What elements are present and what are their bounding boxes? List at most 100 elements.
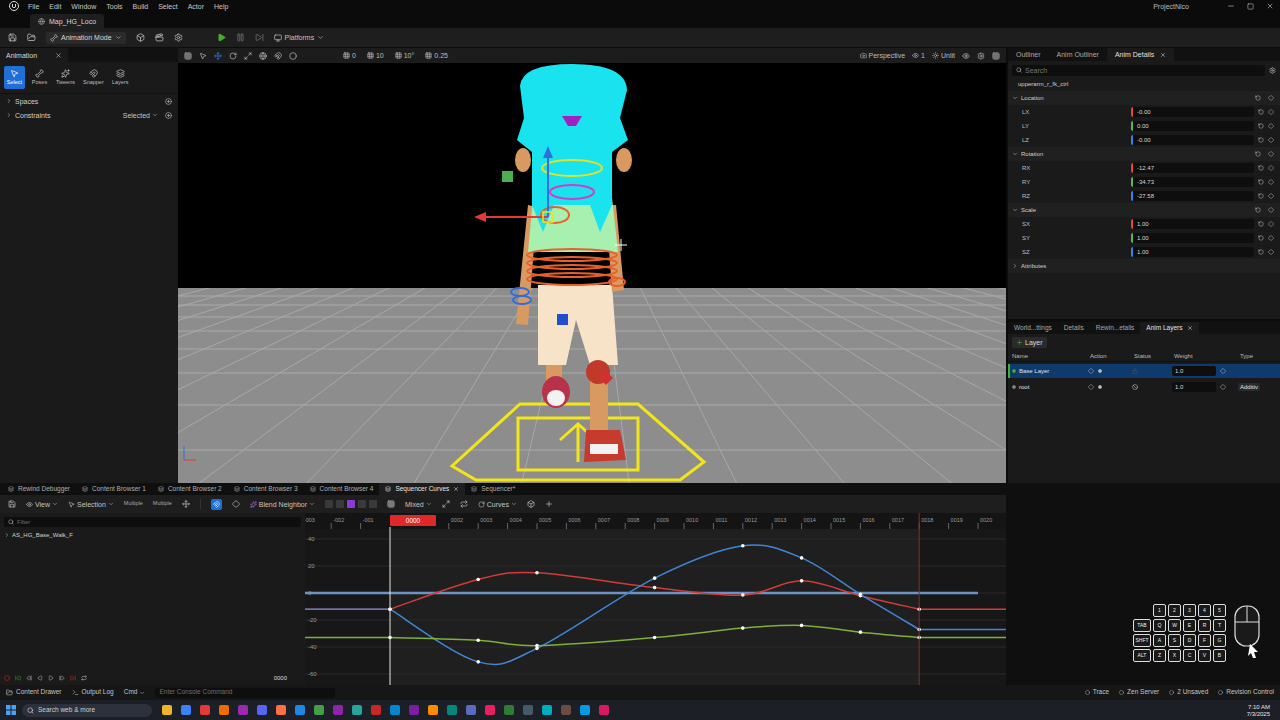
tool-button[interactable]: Tweens <box>54 66 77 89</box>
menu-icon[interactable] <box>184 52 192 60</box>
playhead-line[interactable] <box>390 527 391 685</box>
status-item[interactable]: Revision Control <box>1218 689 1274 696</box>
status-item[interactable]: 2 Unsaved <box>1169 689 1208 696</box>
tangent-button[interactable] <box>336 500 344 508</box>
tool-button[interactable]: Layers <box>110 66 131 89</box>
select-dot-icon[interactable] <box>1098 385 1102 389</box>
curve-key[interactable] <box>800 579 804 583</box>
snap-value[interactable]: 10 <box>365 52 386 59</box>
loop-icon[interactable] <box>81 675 87 681</box>
content-drawer-button[interactable]: Content Drawer <box>6 689 62 696</box>
play-icon[interactable] <box>48 675 54 681</box>
tool-button[interactable]: Select <box>4 66 25 89</box>
blueprint-icon[interactable] <box>174 33 183 42</box>
show-icon[interactable] <box>962 52 970 60</box>
taskbar-app-icon[interactable] <box>428 705 438 715</box>
step-forward-icon[interactable] <box>59 675 65 681</box>
settings-icon[interactable] <box>977 52 985 60</box>
taskbar-app-icon[interactable] <box>504 705 514 715</box>
taskbar-app-icon[interactable] <box>485 705 495 715</box>
taskbar-app-icon[interactable] <box>238 705 248 715</box>
add-icon[interactable] <box>545 500 553 508</box>
panel-section[interactable]: ConstraintsSelected <box>0 108 178 122</box>
key-icon[interactable] <box>1268 221 1274 227</box>
bottom-tab[interactable]: Content Browser 2 <box>152 483 228 495</box>
value-field[interactable]: 1.00 <box>1131 247 1254 257</box>
layer-row[interactable]: Base Layer1.0 <box>1008 364 1280 378</box>
save-icon[interactable] <box>8 33 17 42</box>
group-header[interactable]: Location <box>1008 91 1280 105</box>
bottom-tab[interactable]: Content Browser 1 <box>76 483 152 495</box>
taskbar-app-icon[interactable] <box>257 705 267 715</box>
menu-item[interactable]: Actor <box>188 3 204 10</box>
key-icon[interactable] <box>1268 179 1274 185</box>
curve-key[interactable] <box>476 660 480 664</box>
section-dropdown[interactable]: Selected <box>123 112 158 119</box>
value-field[interactable]: 1.00 <box>1131 233 1254 243</box>
curve-key[interactable] <box>653 586 657 590</box>
taskbar-app-icon[interactable] <box>542 705 552 715</box>
transform-gizmo[interactable] <box>474 146 553 222</box>
windows-start-icon[interactable] <box>6 705 16 715</box>
reset-icon[interactable] <box>1255 207 1261 213</box>
key-icon[interactable] <box>1088 384 1094 390</box>
panel-tab[interactable]: Anim Details <box>1107 48 1174 61</box>
rotate-icon[interactable] <box>229 52 237 60</box>
reset-icon[interactable] <box>1255 151 1261 157</box>
playhead[interactable] <box>390 515 436 526</box>
panel-tab[interactable]: Details <box>1058 322 1090 334</box>
scale-icon[interactable] <box>244 52 252 60</box>
value-field[interactable]: 0.00 <box>1131 121 1254 131</box>
value-field[interactable]: 1.00 <box>1131 219 1254 229</box>
curve-key[interactable] <box>859 630 863 634</box>
taskbar-app-icon[interactable] <box>523 705 533 715</box>
reset-icon[interactable] <box>1258 235 1264 241</box>
platforms-dropdown[interactable]: Platforms <box>274 34 325 42</box>
panel-tab[interactable]: Anim Layers <box>1140 322 1199 334</box>
excluded-icon[interactable] <box>1132 384 1138 390</box>
root-control[interactable] <box>452 404 704 480</box>
snap-toggle[interactable] <box>211 499 222 510</box>
current-frame[interactable]: 0000 <box>274 675 287 681</box>
character[interactable] <box>511 64 632 462</box>
reset-icon[interactable] <box>1255 95 1261 101</box>
key-icon[interactable] <box>1268 193 1274 199</box>
curve-graph[interactable]: 40200-20-40-60-003-002-00100020003000400… <box>305 513 1006 685</box>
reset-icon[interactable] <box>1258 137 1264 143</box>
taskbar-app-icon[interactable] <box>352 705 362 715</box>
output-log-button[interactable]: Output Log <box>72 689 114 696</box>
option-button[interactable]: Multiple <box>124 501 143 507</box>
bottom-tab[interactable]: Content Browser 4 <box>304 483 380 495</box>
panel-tab[interactable]: Outliner <box>1008 48 1049 61</box>
cmd-dropdown[interactable]: Cmd <box>124 689 146 696</box>
grid-icon[interactable] <box>387 500 395 508</box>
close-icon[interactable] <box>55 52 62 59</box>
curve-series[interactable] <box>305 624 1006 648</box>
value-field[interactable]: -34.73 <box>1131 177 1254 187</box>
status-item[interactable]: Trace <box>1085 689 1109 696</box>
select-dot-icon[interactable] <box>1098 369 1102 373</box>
reset-icon[interactable] <box>1258 221 1264 227</box>
key-icon[interactable] <box>232 500 240 508</box>
bottom-tab[interactable]: Content Browser 3 <box>228 483 304 495</box>
tree-item[interactable]: AS_HG_Base_Walk_F <box>0 529 305 541</box>
save-icon[interactable] <box>8 500 16 508</box>
panel-tab[interactable]: Animation <box>0 48 68 62</box>
tool-button[interactable]: Snapper <box>81 66 106 89</box>
taskbar-app-icon[interactable] <box>276 705 286 715</box>
time-ruler[interactable] <box>305 513 1006 529</box>
mode-dropdown[interactable]: Animation Mode <box>46 32 126 44</box>
taskbar-app-icon[interactable] <box>599 705 609 715</box>
menu-item[interactable]: Help <box>214 3 228 10</box>
curve-key[interactable] <box>653 636 657 640</box>
key-icon[interactable] <box>1268 137 1274 143</box>
unreal-logo-icon[interactable] <box>9 1 19 11</box>
close-icon[interactable] <box>453 486 459 492</box>
curve-key[interactable] <box>476 578 480 582</box>
taskbar-app-icon[interactable] <box>447 705 457 715</box>
panel-tab[interactable]: Rewin...etails <box>1090 322 1141 334</box>
key-icon[interactable] <box>1268 95 1274 101</box>
close-icon[interactable] <box>1266 2 1274 10</box>
lock-icon[interactable] <box>1132 368 1138 374</box>
close-icon[interactable] <box>1187 325 1193 331</box>
